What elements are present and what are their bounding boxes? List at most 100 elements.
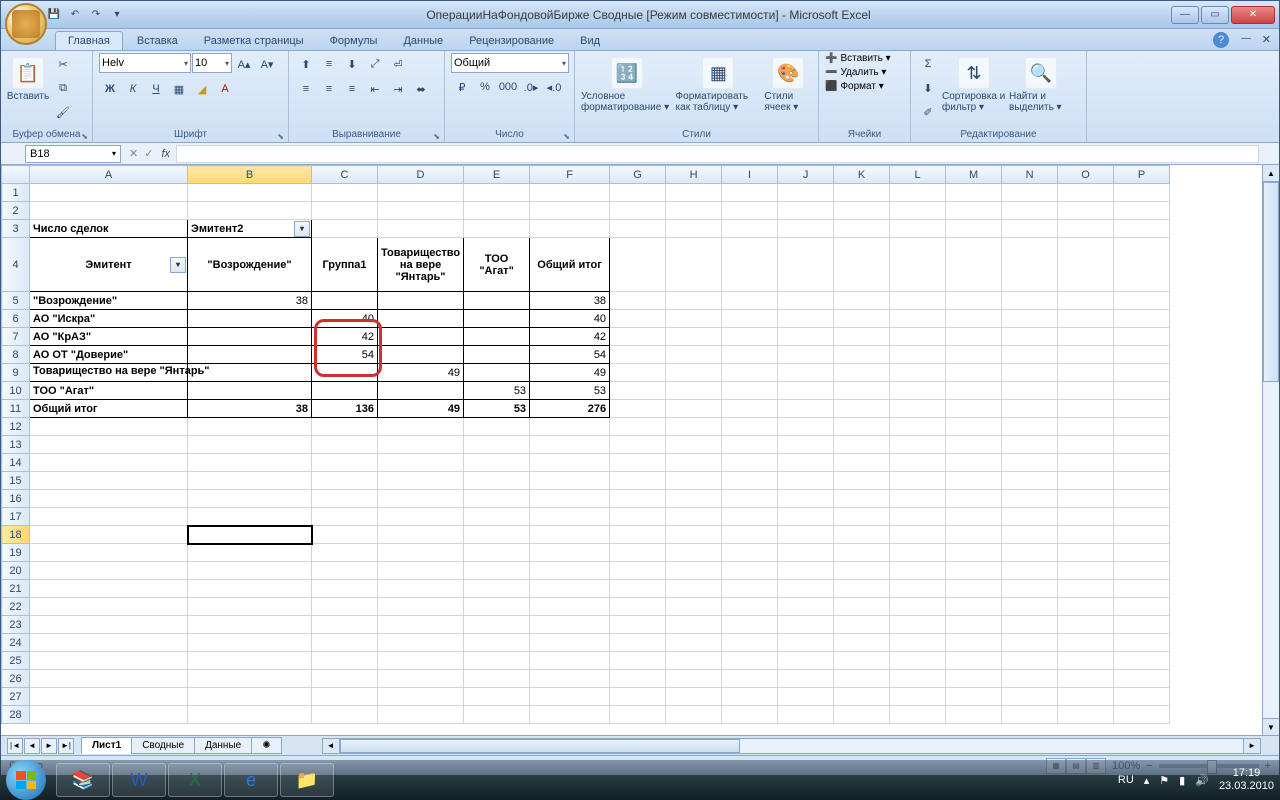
cell-D24[interactable] — [378, 634, 464, 652]
cell-D21[interactable] — [378, 580, 464, 598]
cell-K2[interactable] — [834, 202, 890, 220]
start-button[interactable] — [6, 760, 46, 800]
cell-K19[interactable] — [834, 544, 890, 562]
cell-G14[interactable] — [610, 454, 666, 472]
percent-icon[interactable]: % — [474, 76, 496, 98]
cell-F21[interactable] — [530, 580, 610, 598]
cell-M12[interactable] — [946, 418, 1002, 436]
row-header-4[interactable]: 4 — [2, 238, 30, 292]
cell-L20[interactable] — [890, 562, 946, 580]
cell-A6[interactable]: АО "Искра" — [30, 310, 188, 328]
cell-H4[interactable] — [666, 238, 722, 292]
tab-insert[interactable]: Вставка — [125, 32, 190, 50]
cell-C21[interactable] — [312, 580, 378, 598]
cell-A26[interactable] — [30, 670, 188, 688]
cell-D9[interactable]: 49 — [378, 364, 464, 382]
border-icon[interactable]: ▦ — [168, 78, 190, 100]
cell-M7[interactable] — [946, 328, 1002, 346]
cell-I15[interactable] — [722, 472, 778, 490]
cell-P21[interactable] — [1114, 580, 1170, 598]
cell-G12[interactable] — [610, 418, 666, 436]
cell-E18[interactable] — [464, 526, 530, 544]
row-header-24[interactable]: 24 — [2, 634, 30, 652]
cell-B25[interactable] — [188, 652, 312, 670]
tray-up-icon[interactable]: ▴ — [1144, 774, 1150, 787]
cell-L22[interactable] — [890, 598, 946, 616]
cell-H14[interactable] — [666, 454, 722, 472]
cell-C14[interactable] — [312, 454, 378, 472]
cell-L9[interactable] — [890, 364, 946, 382]
cell-F20[interactable] — [530, 562, 610, 580]
cell-J13[interactable] — [778, 436, 834, 454]
cell-F19[interactable] — [530, 544, 610, 562]
row-header-1[interactable]: 1 — [2, 184, 30, 202]
cell-B21[interactable] — [188, 580, 312, 598]
cell-B1[interactable] — [188, 184, 312, 202]
cell-B13[interactable] — [188, 436, 312, 454]
cell-L14[interactable] — [890, 454, 946, 472]
cell-I1[interactable] — [722, 184, 778, 202]
cell-O14[interactable] — [1058, 454, 1114, 472]
cell-I21[interactable] — [722, 580, 778, 598]
cell-M20[interactable] — [946, 562, 1002, 580]
cell-H15[interactable] — [666, 472, 722, 490]
cell-I27[interactable] — [722, 688, 778, 706]
cell-G10[interactable] — [610, 382, 666, 400]
row-header-8[interactable]: 8 — [2, 346, 30, 364]
cell-B11[interactable]: 38 — [188, 400, 312, 418]
cell-H9[interactable] — [666, 364, 722, 382]
find-select-button[interactable]: 🔍Найти и выделить ▾ — [1009, 53, 1073, 113]
cell-P23[interactable] — [1114, 616, 1170, 634]
row-header-7[interactable]: 7 — [2, 328, 30, 346]
cell-M19[interactable] — [946, 544, 1002, 562]
cell-C6[interactable]: 40 — [312, 310, 378, 328]
cell-C23[interactable] — [312, 616, 378, 634]
cell-H8[interactable] — [666, 346, 722, 364]
cell-D7[interactable] — [378, 328, 464, 346]
cell-I24[interactable] — [722, 634, 778, 652]
cell-N3[interactable] — [1002, 220, 1058, 238]
cell-J15[interactable] — [778, 472, 834, 490]
cell-M13[interactable] — [946, 436, 1002, 454]
cell-I28[interactable] — [722, 706, 778, 724]
cell-K16[interactable] — [834, 490, 890, 508]
cell-G11[interactable] — [610, 400, 666, 418]
cell-E27[interactable] — [464, 688, 530, 706]
cell-K21[interactable] — [834, 580, 890, 598]
cell-G5[interactable] — [610, 292, 666, 310]
minimize-ribbon-icon[interactable]: — — [1241, 33, 1251, 44]
cell-K28[interactable] — [834, 706, 890, 724]
cut-icon[interactable]: ✂ — [52, 53, 74, 75]
cell-F27[interactable] — [530, 688, 610, 706]
cell-O13[interactable] — [1058, 436, 1114, 454]
cell-E23[interactable] — [464, 616, 530, 634]
cell-M3[interactable] — [946, 220, 1002, 238]
sheet-tab-3[interactable]: Данные — [194, 737, 252, 754]
format-painter-icon[interactable]: 🖌 — [52, 101, 74, 123]
cell-D22[interactable] — [378, 598, 464, 616]
cell-I17[interactable] — [722, 508, 778, 526]
cell-D28[interactable] — [378, 706, 464, 724]
cell-E8[interactable] — [464, 346, 530, 364]
cell-J17[interactable] — [778, 508, 834, 526]
cell-L4[interactable] — [890, 238, 946, 292]
cell-L19[interactable] — [890, 544, 946, 562]
cell-O8[interactable] — [1058, 346, 1114, 364]
row-header-16[interactable]: 16 — [2, 490, 30, 508]
cell-C11[interactable]: 136 — [312, 400, 378, 418]
row-header-9[interactable]: 9 — [2, 364, 30, 382]
cell-L26[interactable] — [890, 670, 946, 688]
cell-E25[interactable] — [464, 652, 530, 670]
cell-C18[interactable] — [312, 526, 378, 544]
new-sheet-icon[interactable]: ✺ — [251, 737, 281, 754]
cell-F8[interactable]: 54 — [530, 346, 610, 364]
cell-L17[interactable] — [890, 508, 946, 526]
cell-B14[interactable] — [188, 454, 312, 472]
row-header-17[interactable]: 17 — [2, 508, 30, 526]
sheet-nav-prev-icon[interactable]: ◄ — [24, 738, 40, 754]
align-middle-icon[interactable]: ≡ — [318, 53, 340, 75]
cell-K10[interactable] — [834, 382, 890, 400]
cell-A12[interactable] — [30, 418, 188, 436]
cell-E28[interactable] — [464, 706, 530, 724]
font-size-combo[interactable]: 10▾ — [192, 53, 232, 73]
